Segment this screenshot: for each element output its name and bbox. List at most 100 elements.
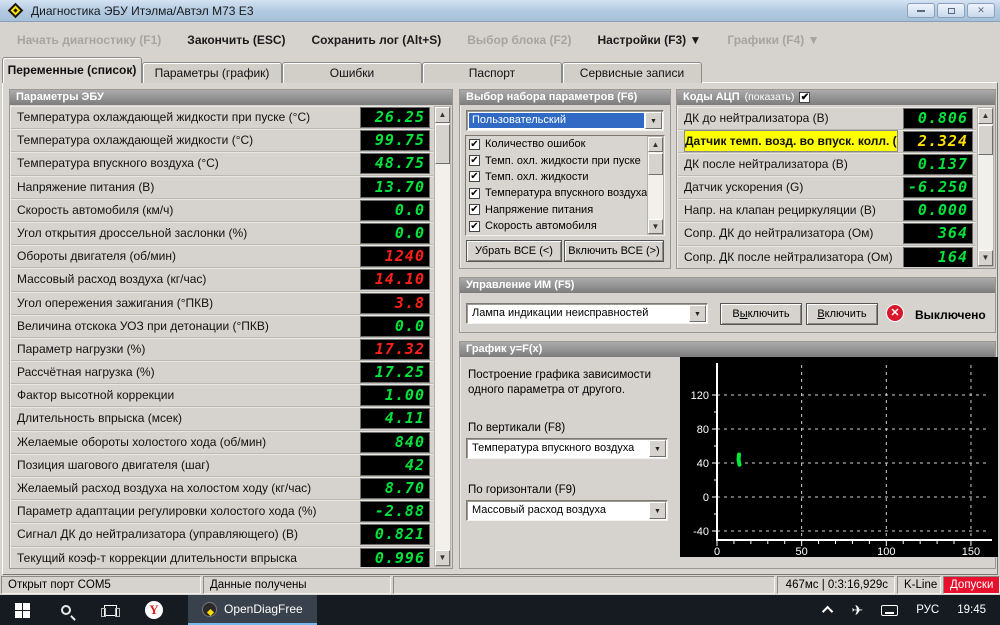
- search-button[interactable]: [44, 595, 88, 625]
- parameter-label: Сопр. ДК до нейтрализатора (Ом): [684, 222, 898, 244]
- parameter-row[interactable]: ДК до нейтрализатора (В) 0.806: [678, 107, 976, 130]
- scroll-down-icon[interactable]: ▼: [978, 250, 993, 266]
- parameter-row[interactable]: Длительность впрыска (мсек) 4.11: [11, 407, 433, 430]
- parameter-row[interactable]: Напр. на клапан рециркуляции (В) 0.000: [678, 199, 976, 222]
- menu-item[interactable]: Выбор блока (F2): [454, 29, 584, 51]
- scrollbar-thumb[interactable]: [978, 125, 993, 155]
- parameter-list-item[interactable]: Темп. охл. жидкости: [466, 169, 664, 185]
- scrollbar-thumb[interactable]: [648, 153, 663, 175]
- turn-on-button[interactable]: Включить: [806, 303, 878, 325]
- restore-button[interactable]: [937, 3, 965, 18]
- checkbox-checked-icon[interactable]: [469, 155, 480, 166]
- tab[interactable]: Параметры (график): [142, 62, 282, 83]
- parameter-row[interactable]: Параметр адаптации регулировки холостого…: [11, 500, 433, 523]
- chevron-down-icon[interactable]: ▼: [645, 112, 662, 129]
- menu-item[interactable]: Сохранить лог (Alt+S): [299, 29, 455, 51]
- scroll-up-icon[interactable]: ▲: [435, 107, 450, 123]
- tab[interactable]: Сервисные записи: [562, 62, 702, 83]
- add-all-button[interactable]: Включить ВСЕ (>): [564, 240, 664, 262]
- parameter-row[interactable]: Температура охлаждающей жидкости при пус…: [11, 106, 433, 129]
- scroll-down-icon[interactable]: ▼: [435, 550, 450, 566]
- parameter-row[interactable]: Датчик ускорения (G) -6.250: [678, 176, 976, 199]
- parameter-row[interactable]: Напряжение питания (В) 13.70: [11, 176, 433, 199]
- touch-keyboard-button[interactable]: [872, 595, 907, 625]
- tab[interactable]: Ошибки: [282, 62, 422, 83]
- chevron-down-icon[interactable]: ▼: [689, 305, 706, 322]
- parameter-list-item[interactable]: Темп. охл. жидкости при пуске: [466, 152, 664, 168]
- parameter-row[interactable]: Желаемые обороты холостого хода (об/мин)…: [11, 431, 433, 454]
- parameter-row[interactable]: Желаемый расход воздуха на холостом ходу…: [11, 477, 433, 500]
- chevron-down-icon[interactable]: ▼: [649, 502, 666, 519]
- parameter-row[interactable]: Угол опережения зажигания (°ПКВ) 3.8: [11, 292, 433, 315]
- parameter-list-item[interactable]: Угол откр. дроссельной засл.: [466, 234, 664, 236]
- status-off-icon: ✕: [886, 304, 904, 322]
- status-data: Данные получены: [203, 576, 391, 594]
- parameter-list-item[interactable]: Напряжение питания: [466, 202, 664, 218]
- parameter-row[interactable]: Сопр. ДК до нейтрализатора (Ом) 364: [678, 222, 976, 245]
- taskbar-app-opendiagfree[interactable]: OpenDiagFree: [188, 595, 317, 625]
- scrollbar-thumb[interactable]: [435, 124, 450, 164]
- parameter-row[interactable]: Текущий коэф-т коррекции длительности вп…: [11, 547, 433, 567]
- minimize-button[interactable]: [907, 3, 935, 18]
- horizontal-axis-combobox[interactable]: Массовый расход воздуха ▼: [466, 500, 668, 521]
- checkbox-checked-icon[interactable]: [469, 171, 480, 182]
- checkbox-list-scrollbar[interactable]: ▲ ▼: [647, 136, 664, 235]
- adc-scrollbar[interactable]: ▲ ▼: [977, 107, 994, 267]
- tray-expand-button[interactable]: [816, 595, 842, 625]
- checkbox-checked-icon[interactable]: [469, 188, 480, 199]
- parameter-value: 0.996: [360, 548, 430, 567]
- parameter-row[interactable]: Фактор высотной коррекции 1.00: [11, 384, 433, 407]
- parameter-row[interactable]: Сигнал ДК до нейтрализатора (управляющег…: [11, 523, 433, 546]
- parameter-row[interactable]: Сопр. ДК после нейтрализатора (Ом) 164: [678, 246, 976, 267]
- parameter-row[interactable]: ДК после нейтрализатора (В) 0.137: [678, 153, 976, 176]
- menu-item[interactable]: Настройки (F3) ▼: [584, 29, 714, 51]
- menu-item[interactable]: Графики (F4) ▼: [714, 29, 832, 51]
- parameter-row[interactable]: Температура впускного воздуха (°C) 48.75: [11, 152, 433, 175]
- scroll-down-icon[interactable]: ▼: [648, 219, 663, 234]
- vertical-axis-combobox[interactable]: Температура впускного воздуха ▼: [466, 438, 668, 459]
- parameter-row[interactable]: Массовый расход воздуха (кг/час) 14.10: [11, 268, 433, 291]
- language-indicator[interactable]: РУС: [907, 595, 948, 625]
- checkbox-checked-icon[interactable]: [469, 139, 480, 150]
- parameter-row[interactable]: Величина отскока УОЗ при детонации (°ПКВ…: [11, 315, 433, 338]
- menu-item[interactable]: Закончить (ESC): [174, 29, 298, 51]
- tab[interactable]: Переменные (список): [2, 57, 142, 83]
- parameter-row[interactable]: Температура охлаждающей жидкости (°C) 99…: [11, 129, 433, 152]
- parameter-list-item[interactable]: Скорость автомобиля: [466, 218, 664, 234]
- parameter-list-item[interactable]: Температура впускного воздуха: [466, 185, 664, 201]
- parameter-row[interactable]: Обороты двигателя (об/мин) 1240: [11, 245, 433, 268]
- checkbox-checked-icon[interactable]: [469, 204, 480, 215]
- airplane-mode-button[interactable]: ✈: [842, 595, 872, 625]
- actuator-combobox[interactable]: Лампа индикации неисправностей ▼: [466, 303, 708, 324]
- parameter-list-item[interactable]: Количество ошибок: [466, 136, 664, 152]
- close-button[interactable]: ✕: [967, 3, 995, 18]
- ecu-params-scrollbar[interactable]: ▲ ▼: [434, 106, 451, 567]
- browser-button[interactable]: Y: [132, 595, 176, 625]
- remove-all-button[interactable]: Убрать ВСЕ (<): [466, 240, 562, 262]
- parameter-row[interactable]: Угол открытия дроссельной заслонки (%) 0…: [11, 222, 433, 245]
- turn-off-button[interactable]: Выключить: [720, 303, 802, 325]
- param-set-panel: Выбор набора параметров (F6) Пользовател…: [459, 89, 671, 269]
- status-tolerances-badge[interactable]: Допуски: [943, 576, 1000, 594]
- parameter-row[interactable]: Параметр нагрузки (%) 17.32: [11, 338, 433, 361]
- parameter-row[interactable]: Рассчётная нагрузка (%) 17.25: [11, 361, 433, 384]
- chevron-down-icon[interactable]: ▼: [649, 440, 666, 457]
- parameter-value: 164: [903, 247, 973, 267]
- titlebar[interactable]: Диагностика ЭБУ Итэлма/Автэл М73 Е3 ✕: [0, 0, 1000, 22]
- preset-combobox[interactable]: Пользовательский ▼: [466, 110, 664, 131]
- parameter-value: 0.0: [360, 316, 430, 337]
- horizontal-axis-value: Массовый расход воздуха: [469, 503, 648, 518]
- checkbox-checked-icon[interactable]: [469, 221, 480, 232]
- start-button[interactable]: [0, 595, 44, 625]
- menu-item[interactable]: Начать диагностику (F1): [4, 29, 174, 51]
- show-checkbox-icon[interactable]: [799, 92, 810, 103]
- tab[interactable]: Паспорт: [422, 62, 562, 83]
- scroll-up-icon[interactable]: ▲: [978, 108, 993, 124]
- parameter-row[interactable]: Скорость автомобиля (км/ч) 0.0: [11, 199, 433, 222]
- parameter-row[interactable]: Датчик темп. возд. во впуск. колл. (В) 2…: [678, 130, 976, 153]
- clock[interactable]: 19:45: [948, 595, 1000, 625]
- scroll-up-icon[interactable]: ▲: [648, 137, 663, 152]
- parameter-label: Массовый расход воздуха (кг/час): [17, 268, 355, 290]
- task-view-button[interactable]: [88, 595, 132, 625]
- parameter-row[interactable]: Позиция шагового двигателя (шаг) 42: [11, 454, 433, 477]
